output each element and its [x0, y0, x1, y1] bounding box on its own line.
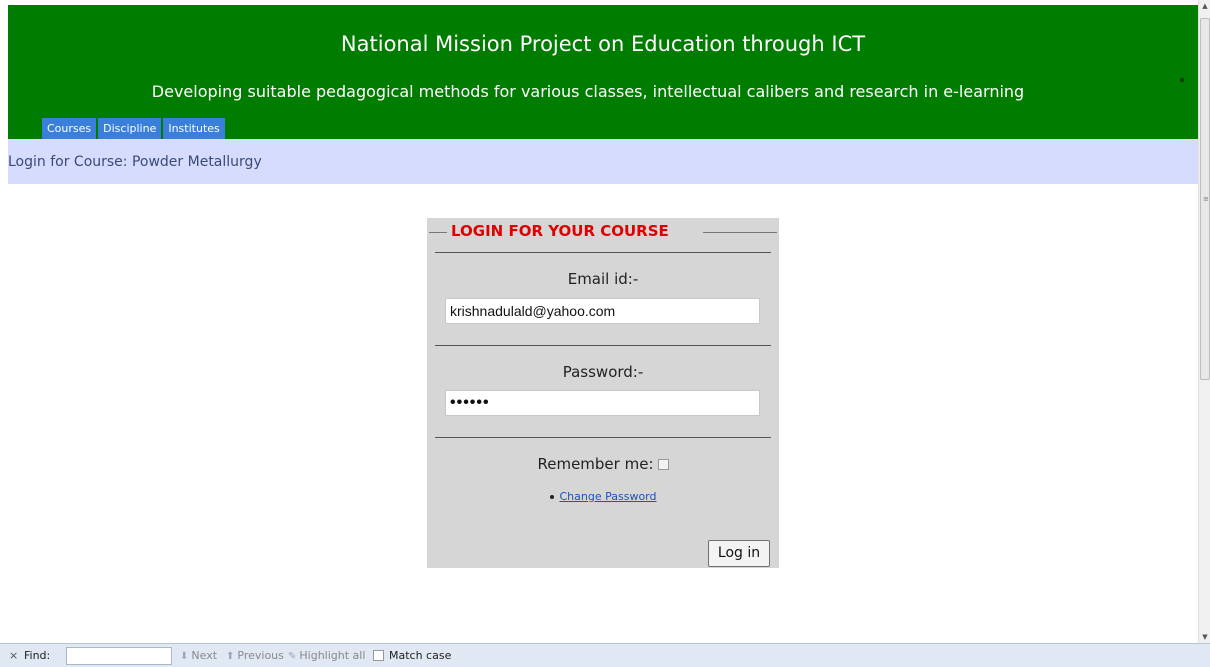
password-field[interactable]: ••••••	[445, 390, 760, 416]
header-dot	[1180, 78, 1184, 82]
remember-row: Remember me:	[427, 455, 779, 473]
chevron-down-icon[interactable]: ▼	[1199, 631, 1210, 643]
match-case-checkbox[interactable]	[373, 650, 384, 661]
site-subtitle: Developing suitable pedagogical methods …	[151, 82, 1025, 101]
find-bar: × Find: ⬇ Next ⬆ Previous ✎ Highlight all M…	[0, 643, 1210, 667]
top-nav: Courses Discipline Institutes	[42, 118, 225, 139]
close-icon[interactable]: ×	[9, 649, 18, 662]
change-password-link[interactable]: Change Password	[560, 490, 657, 503]
find-previous-label: Previous	[237, 649, 284, 662]
highlighter-icon: ✎	[288, 651, 297, 662]
site-header: National Mission Project on Education th…	[8, 5, 1198, 139]
find-next-button[interactable]: ⬇ Next	[180, 649, 217, 662]
highlight-all-button[interactable]: ✎ Highlight all	[288, 649, 365, 662]
match-case-label: Match case	[389, 649, 452, 662]
find-input[interactable]	[66, 647, 172, 665]
arrow-down-icon: ⬇	[180, 651, 189, 662]
nav-tab-discipline[interactable]: Discipline	[98, 118, 162, 139]
nav-tab-courses[interactable]: Courses	[42, 118, 97, 139]
scrollbar-thumb[interactable]: ≡	[1200, 18, 1210, 380]
nav-tab-institutes[interactable]: Institutes	[163, 118, 225, 139]
page: National Mission Project on Education th…	[0, 0, 1210, 667]
divider	[435, 437, 771, 438]
login-legend: LOGIN FOR YOUR COURSE	[447, 222, 673, 240]
login-button[interactable]: Log in	[708, 540, 770, 567]
chevron-up-icon[interactable]: ▲	[1199, 0, 1210, 12]
bullet-icon	[549, 495, 554, 499]
arrow-up-icon: ⬆	[226, 651, 235, 662]
password-label: Password:-	[562, 363, 644, 381]
divider	[435, 345, 771, 346]
find-next-label: Next	[191, 649, 218, 662]
highlight-all-label: Highlight all	[299, 649, 366, 662]
remember-label: Remember me:	[537, 455, 654, 473]
grip-icon: ≡	[1203, 195, 1209, 203]
site-title: National Mission Project on Education th…	[340, 32, 866, 56]
find-label: Find:	[24, 649, 51, 662]
change-password-row: Change Password	[427, 490, 779, 503]
find-previous-button[interactable]: ⬆ Previous	[226, 649, 284, 662]
scrollbar[interactable]: ▲ ≡ ▼	[1198, 0, 1210, 643]
legend-rule-left	[429, 232, 447, 233]
breadcrumb: Login for Course: Powder Metallurgy	[8, 154, 262, 170]
breadcrumb-bar: Login for Course: Powder Metallurgy	[8, 139, 1198, 184]
email-label: Email id:-	[567, 270, 639, 288]
remember-checkbox[interactable]	[657, 459, 669, 470]
login-form: LOGIN FOR YOUR COURSE Email id:- krishna…	[427, 218, 779, 568]
divider	[435, 252, 771, 253]
legend-rule-right	[703, 232, 777, 233]
email-field[interactable]: krishnadulald@yahoo.com	[445, 298, 760, 324]
